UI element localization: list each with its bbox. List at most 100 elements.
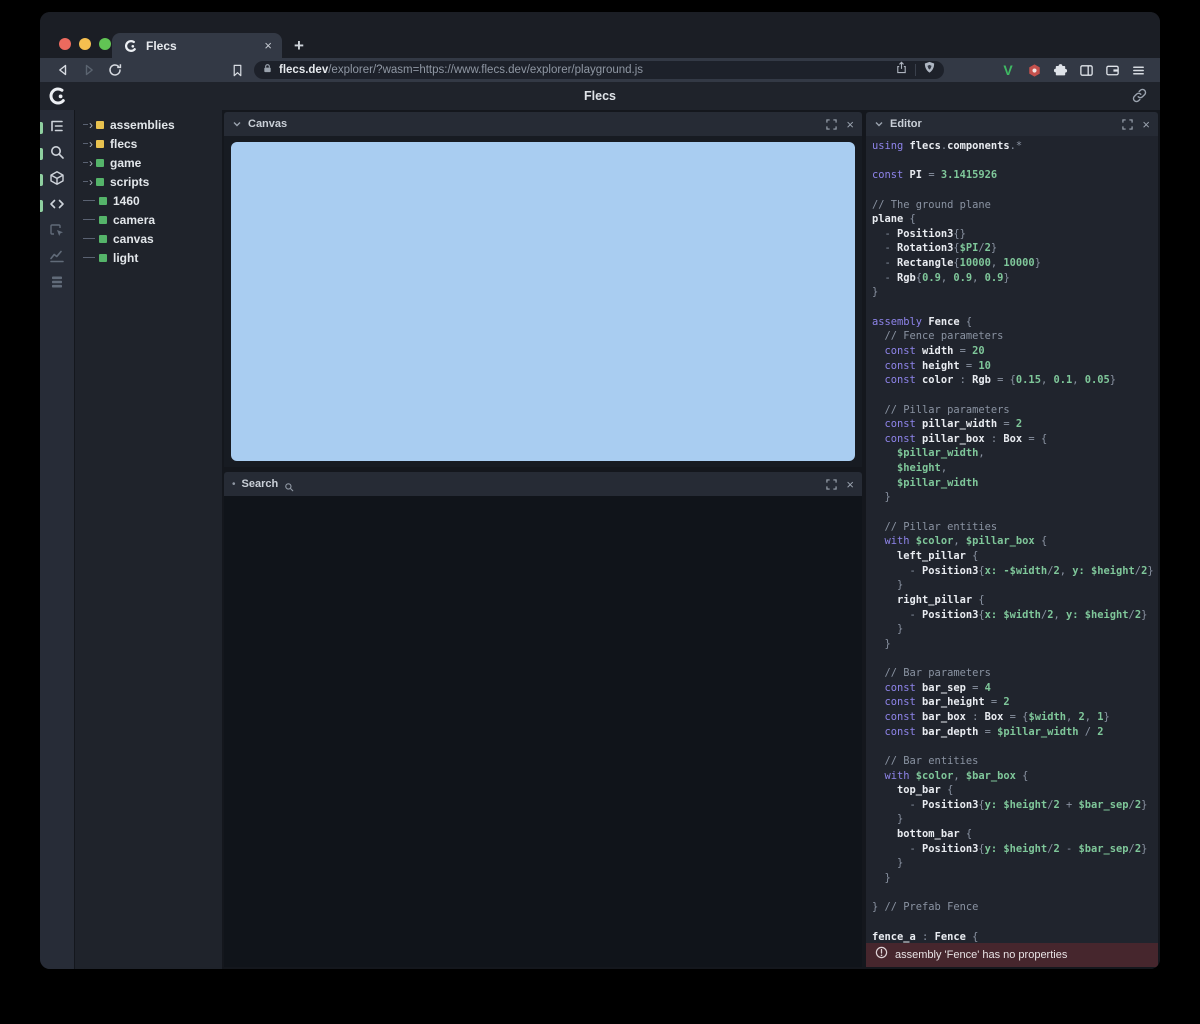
- tree-item-game[interactable]: ›game: [75, 153, 222, 172]
- tree-item-flecs[interactable]: ›flecs: [75, 134, 222, 153]
- close-panel-icon[interactable]: ×: [846, 119, 854, 130]
- code-line: using flecs.components.*: [872, 139, 1158, 154]
- tree-item-canvas[interactable]: canvas: [75, 229, 222, 248]
- tree-item-label: 1460: [113, 194, 140, 208]
- tree-item-camera[interactable]: camera: [75, 210, 222, 229]
- app-header: Flecs: [40, 82, 1160, 110]
- tree-item-assemblies[interactable]: › assemblies: [75, 115, 222, 134]
- search-panel-header[interactable]: • Search ×: [224, 472, 862, 496]
- url-bar[interactable]: flecs.dev/explorer/?wasm=https://www.fle…: [254, 61, 944, 79]
- browser-toolbar: flecs.dev/explorer/?wasm=https://www.fle…: [40, 58, 1160, 82]
- menu-hamburger-icon[interactable]: [1130, 62, 1146, 78]
- tab-bar: Flecs × +: [40, 12, 1160, 58]
- tab-close-icon[interactable]: ×: [264, 38, 272, 53]
- code-line: [872, 886, 1158, 901]
- editor-column: Editor × using flecs.components.* const …: [864, 110, 1160, 969]
- code-line: // Fence parameters: [872, 329, 1158, 344]
- traffic-lights: [59, 38, 111, 50]
- code-line: with $color, $pillar_box {: [872, 534, 1158, 549]
- tree-item-scripts[interactable]: ›scripts: [75, 172, 222, 191]
- tree-item-light[interactable]: light: [75, 248, 222, 267]
- active-panel-indicator: [40, 122, 43, 134]
- back-button[interactable]: [54, 61, 72, 79]
- expand-chevron-icon[interactable]: ›: [89, 158, 93, 168]
- red-hexagon-extension-icon[interactable]: [1026, 62, 1042, 78]
- expand-chevron-icon[interactable]: ›: [89, 139, 93, 149]
- code-line: $pillar_width,: [872, 446, 1158, 461]
- code-panel-icon[interactable]: [40, 198, 74, 214]
- code-line: // Bar parameters: [872, 666, 1158, 681]
- entity-type-square: [96, 140, 104, 148]
- code-editor[interactable]: using flecs.components.* const PI = 3.14…: [866, 136, 1158, 967]
- fullscreen-icon[interactable]: [1122, 119, 1133, 130]
- 3d-viewport-canvas[interactable]: [231, 142, 855, 461]
- expand-chevron-icon[interactable]: ›: [89, 120, 93, 130]
- bookmark-icon[interactable]: [228, 61, 246, 79]
- close-panel-icon[interactable]: ×: [846, 479, 854, 490]
- url-path: /explorer/?wasm=https://www.flecs.dev/ex…: [328, 64, 643, 76]
- code-line: // Pillar entities: [872, 520, 1158, 535]
- tree-item-label: assemblies: [110, 118, 175, 132]
- code-line: - Position3{y: $height/2 - $bar_sep/2}: [872, 842, 1158, 857]
- entity-type-square: [99, 216, 107, 224]
- code-line: }: [872, 490, 1158, 505]
- code-line: bottom_bar {: [872, 827, 1158, 842]
- new-tab-button[interactable]: +: [294, 36, 304, 56]
- browser-tab[interactable]: Flecs ×: [112, 33, 282, 58]
- close-window-button[interactable]: [59, 38, 71, 50]
- extensions-puzzle-icon[interactable]: [1052, 62, 1068, 78]
- code-line: - Position3{x: $width/2, y: $height/2}: [872, 608, 1158, 623]
- tree-connector: [83, 124, 88, 125]
- code-line: right_pillar {: [872, 593, 1158, 608]
- code-line: const color : Rgb = {0.15, 0.1, 0.05}: [872, 373, 1158, 388]
- code-line: - Position3{x: -$width/2, y: $height/2}: [872, 564, 1158, 579]
- code-line: const height = 10: [872, 359, 1158, 374]
- code-line: const pillar_box : Box = {: [872, 432, 1158, 447]
- code-line: [872, 183, 1158, 198]
- tree-item-1460[interactable]: 1460: [75, 191, 222, 210]
- active-panel-indicator: [40, 148, 43, 160]
- search-panel-icon[interactable]: [40, 146, 74, 162]
- fullscreen-icon[interactable]: [826, 119, 837, 130]
- code-line: - Rotation3{$PI/2}: [872, 241, 1158, 256]
- tab-title: Flecs: [146, 39, 256, 53]
- wallet-icon[interactable]: [1104, 62, 1120, 78]
- entity-type-square: [99, 197, 107, 205]
- code-line: [872, 388, 1158, 403]
- fullscreen-icon[interactable]: [826, 479, 837, 490]
- zoom-window-button[interactable]: [99, 38, 111, 50]
- forward-button[interactable]: [80, 61, 98, 79]
- inspect-panel-icon[interactable]: [40, 224, 74, 240]
- rows-panel-icon[interactable]: [40, 276, 74, 292]
- code-line: }: [872, 871, 1158, 886]
- minimize-window-button[interactable]: [79, 38, 91, 50]
- code-line: }: [872, 285, 1158, 300]
- code-line: - Position3{y: $height/2 + $bar_sep/2}: [872, 798, 1158, 813]
- close-panel-icon[interactable]: ×: [1142, 119, 1150, 130]
- reload-button[interactable]: [106, 61, 124, 79]
- code-line: - Position3{}: [872, 227, 1158, 242]
- chevron-down-icon[interactable]: [874, 119, 884, 129]
- link-icon[interactable]: [1132, 88, 1148, 104]
- expand-chevron-icon[interactable]: ›: [89, 177, 93, 187]
- chart-panel-icon[interactable]: [40, 250, 74, 266]
- tree-connector: [83, 257, 95, 258]
- code-line: $height,: [872, 461, 1158, 476]
- vue-devtools-icon[interactable]: V: [1000, 62, 1016, 78]
- code-line: [872, 505, 1158, 520]
- code-line: [872, 154, 1158, 169]
- entity-type-square: [99, 235, 107, 243]
- center-column: Canvas × • Search: [222, 110, 864, 969]
- brave-shield-icon[interactable]: [923, 61, 936, 79]
- code-line: [872, 915, 1158, 930]
- tree-view-panel-icon[interactable]: [40, 120, 74, 136]
- page-title: Flecs: [40, 89, 1160, 103]
- tree-connector: [83, 200, 95, 201]
- code-line: - Rgb{0.9, 0.9, 0.9}: [872, 271, 1158, 286]
- chevron-down-icon[interactable]: [232, 119, 242, 129]
- sidebar-toggle-icon[interactable]: [1078, 62, 1094, 78]
- share-icon[interactable]: [895, 61, 908, 79]
- tree-item-label: canvas: [113, 232, 154, 246]
- collapsed-bullet-icon[interactable]: •: [232, 479, 236, 490]
- cube-panel-icon[interactable]: [40, 172, 74, 188]
